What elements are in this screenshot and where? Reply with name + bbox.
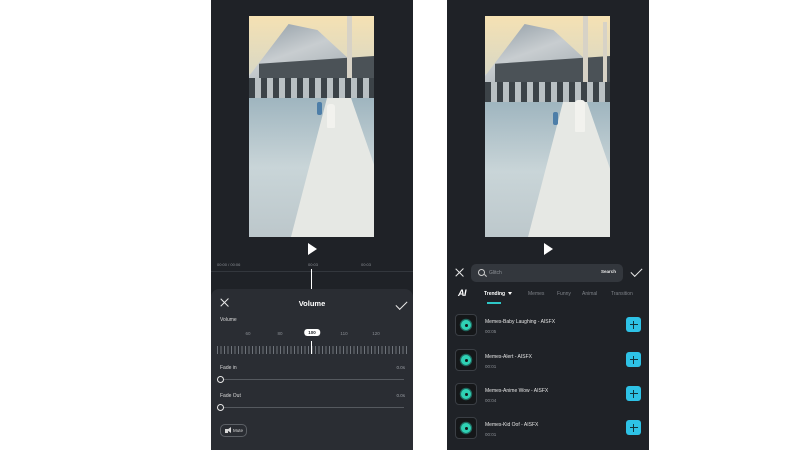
volume-value-chip: 100 — [304, 329, 320, 336]
search-icon — [478, 269, 485, 276]
list-item[interactable]: Memes-Alert - AISFX 00:01 — [447, 349, 649, 379]
sound-thumbnail — [455, 417, 477, 439]
add-button[interactable] — [626, 386, 641, 401]
person-figure — [327, 104, 335, 128]
search-button[interactable]: Search — [601, 269, 616, 274]
child-figure — [317, 102, 322, 115]
playhead[interactable] — [311, 269, 312, 289]
sound-name: Memes-Anime Wow - AISFX — [485, 388, 549, 394]
ai-logo[interactable]: AI — [458, 288, 467, 298]
active-tab-indicator — [487, 302, 501, 304]
tab-transition[interactable]: Transition — [611, 291, 633, 297]
music-disc-icon — [461, 355, 471, 365]
scale-label: 60 — [245, 331, 251, 336]
search-box[interactable]: Search — [471, 264, 623, 282]
category-tabs: AI Trending Memes Funny Animal Transitio… — [447, 288, 649, 304]
timeline[interactable]: 00:00 / 00:06 00:03 00:03 — [211, 259, 413, 289]
search-input[interactable] — [489, 267, 579, 279]
tab-memes[interactable]: Memes — [528, 291, 544, 297]
video-preview[interactable] — [485, 16, 610, 237]
sound-thumbnail — [455, 383, 477, 405]
person-figure — [575, 100, 585, 132]
add-button[interactable] — [626, 352, 641, 367]
sound-name: Memes-Alert - AISFX — [485, 354, 532, 360]
fade-out-label: Fade Out — [220, 393, 241, 399]
fade-out-knob[interactable] — [217, 404, 224, 411]
sound-duration: 00:05 — [485, 329, 497, 334]
play-icon[interactable] — [544, 243, 553, 255]
list-item[interactable]: Memes-Anime Wow - AISFX 00:04 — [447, 383, 649, 413]
fade-out-slider[interactable] — [220, 407, 404, 408]
sound-thumbnail — [455, 349, 477, 371]
current-time: 00:00 / 00:06 — [217, 262, 241, 267]
list-item[interactable]: Memes-Baby Laughing - AISFX 00:05 — [447, 314, 649, 344]
tab-animal[interactable]: Animal — [582, 291, 597, 297]
mute-button[interactable]: Mute — [220, 424, 247, 437]
scale-label: 80 — [277, 331, 283, 336]
scale-label: 120 — [372, 331, 380, 336]
music-disc-icon — [461, 320, 471, 330]
music-disc-icon — [461, 389, 471, 399]
tab-funny[interactable]: Funny — [557, 291, 571, 297]
list-item[interactable]: Memes-Kid Oof - AISFX 00:01 — [447, 417, 649, 447]
close-icon[interactable] — [455, 268, 464, 277]
sound-duration: 00:01 — [485, 432, 497, 437]
sound-duration: 00:01 — [485, 364, 497, 369]
add-button[interactable] — [626, 317, 641, 332]
fade-in-knob[interactable] — [217, 376, 224, 383]
volume-editor-screen: 00:00 / 00:06 00:03 00:03 Volume Volume … — [211, 0, 413, 450]
child-figure — [553, 112, 558, 125]
timeline-marker: 00:03 — [361, 262, 372, 267]
sound-duration: 00:04 — [485, 398, 497, 403]
fade-in-label: Fade in — [220, 365, 237, 371]
play-icon[interactable] — [308, 243, 317, 255]
scale-label: 110 — [340, 331, 348, 336]
add-button[interactable] — [626, 420, 641, 435]
sound-name: Memes-Baby Laughing - AISFX — [485, 319, 556, 325]
volume-indicator[interactable] — [311, 341, 313, 354]
sheet-title: Volume — [298, 299, 326, 308]
music-disc-icon — [461, 423, 471, 433]
speaker-icon — [225, 427, 231, 433]
volume-label: Volume — [220, 317, 237, 323]
volume-sheet: Volume Volume 60 80 100 110 120 Fade in … — [211, 289, 413, 450]
tab-trending[interactable]: Trending — [484, 291, 513, 297]
timeline-marker: 00:03 — [308, 262, 319, 267]
search-row: Search — [447, 262, 649, 284]
sound-thumbnail — [455, 314, 477, 336]
fade-in-value: 0.0s — [396, 365, 405, 370]
video-preview[interactable] — [249, 16, 374, 237]
check-icon[interactable] — [630, 264, 643, 278]
sound-effects-screen: Search AI Trending Memes Funny Animal Tr… — [447, 0, 649, 450]
fade-out-value: 0.0s — [396, 393, 405, 398]
sound-name: Memes-Kid Oof - AISFX — [485, 422, 539, 428]
fade-in-slider[interactable] — [220, 379, 404, 380]
chevron-down-icon — [508, 291, 513, 295]
